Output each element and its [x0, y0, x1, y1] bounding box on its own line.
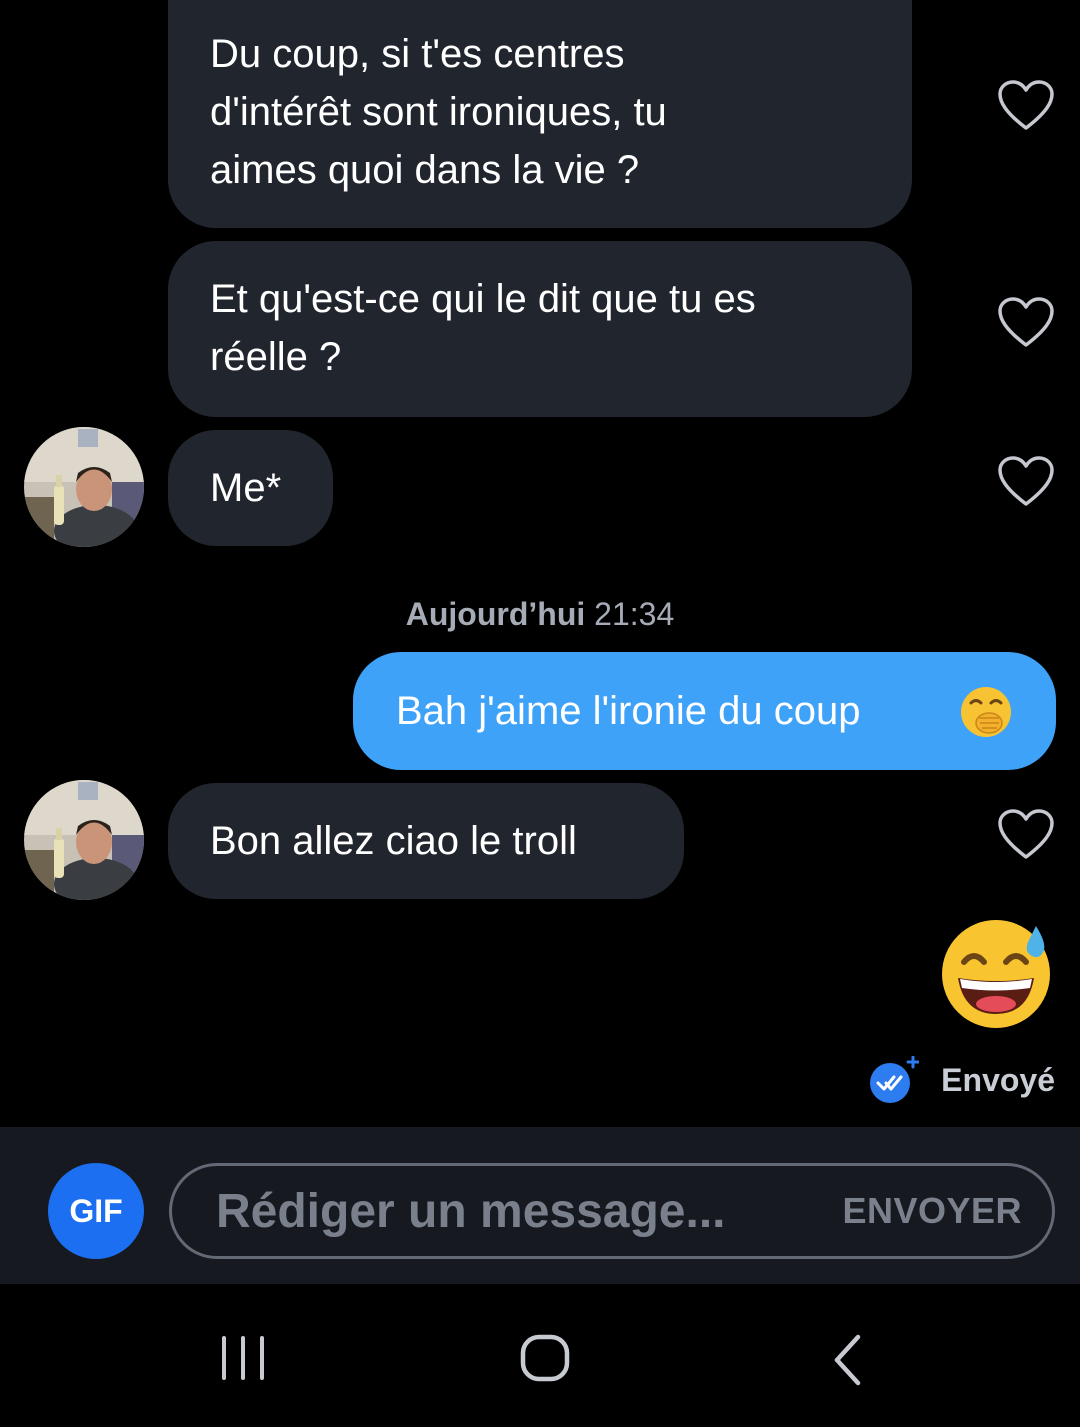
message-bubble-outgoing: Bah j'aime l'ironie du coup — [353, 652, 1056, 770]
message-text: Bon allez ciao le troll — [210, 819, 577, 863]
sent-status: Envoyé — [869, 1056, 1055, 1104]
message-bubble-incoming: Du coup, si t'es centres d'intérêt sont … — [168, 0, 912, 228]
message-bubble-incoming: Me* — [168, 430, 333, 546]
avatar[interactable] — [24, 427, 144, 547]
message-text: Du coup, si t'es centres d'intérêt sont … — [210, 32, 667, 192]
back-icon[interactable] — [832, 1334, 864, 1386]
like-heart-icon[interactable] — [997, 809, 1055, 861]
message-text: Me* — [210, 466, 282, 510]
like-heart-icon[interactable] — [997, 80, 1055, 132]
message-bubble-incoming: Bon allez ciao le troll — [168, 783, 684, 899]
message-timestamp: Aujourd’hui 21:34 — [0, 596, 1080, 633]
like-heart-icon[interactable] — [997, 297, 1055, 349]
home-icon[interactable] — [520, 1334, 570, 1382]
message-text: Et qu'est-ce qui le dit que tu es réelle… — [210, 277, 756, 379]
send-button[interactable]: ENVOYER — [842, 1190, 1022, 1232]
timestamp-day: Aujourd’hui — [405, 596, 586, 632]
gif-button[interactable]: GIF — [48, 1163, 144, 1259]
avatar[interactable] — [24, 780, 144, 900]
timestamp-time: 21:34 — [594, 596, 675, 632]
grinning-sweat-emoji — [942, 920, 1050, 1028]
sent-status-label: Envoyé — [941, 1061, 1055, 1098]
recent-apps-icon[interactable] — [220, 1336, 266, 1380]
message-input[interactable] — [216, 1176, 806, 1246]
system-navigation-bar — [0, 1284, 1080, 1427]
message-input-container: ENVOYER — [169, 1163, 1055, 1259]
like-heart-icon[interactable] — [997, 456, 1055, 508]
face-with-hand-over-mouth-emoji — [961, 687, 1011, 737]
message-bubble-incoming: Et qu'est-ce qui le dit que tu es réelle… — [168, 241, 912, 417]
message-text: Bah j'aime l'ironie du coup — [396, 689, 861, 733]
double-check-icon — [870, 1056, 920, 1103]
